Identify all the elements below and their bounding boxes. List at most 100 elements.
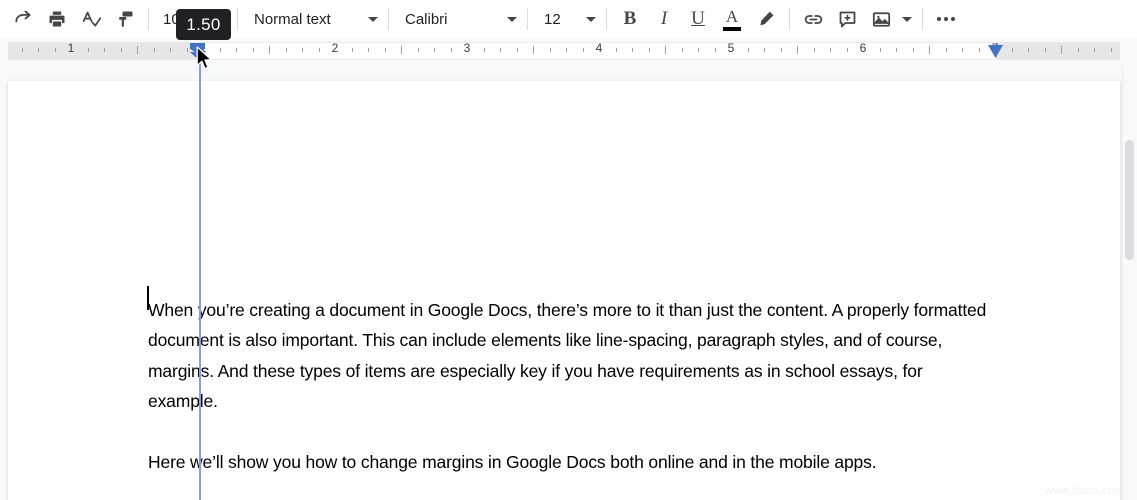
font-size-chevron-down-icon[interactable] bbox=[582, 3, 600, 35]
ruler-tick bbox=[253, 48, 254, 52]
ruler-tick bbox=[533, 46, 534, 54]
toolbar-divider bbox=[606, 8, 607, 30]
toolbar: 100% Normal text Calibri 12 B I U A bbox=[0, 0, 1137, 38]
ruler-tick bbox=[484, 48, 485, 52]
image-chevron-down-icon[interactable] bbox=[898, 3, 916, 35]
text-color-button[interactable]: A bbox=[715, 3, 749, 35]
margin-drag-guideline bbox=[199, 54, 201, 500]
document-body[interactable]: When you’re creating a document in Googl… bbox=[148, 295, 988, 477]
insert-image-icon[interactable] bbox=[864, 3, 898, 35]
ruler-tick bbox=[1028, 48, 1029, 52]
font-size-value: 12 bbox=[544, 10, 561, 28]
more-options-icon[interactable] bbox=[929, 3, 963, 35]
scrollbar-thumb[interactable] bbox=[1125, 140, 1134, 260]
ruler-tick bbox=[352, 48, 353, 52]
font-size-field[interactable]: 12 bbox=[534, 3, 582, 35]
toolbar-divider bbox=[388, 8, 389, 30]
document-page[interactable]: When you’re creating a document in Googl… bbox=[8, 81, 1120, 500]
ruler-tick bbox=[269, 46, 270, 54]
ruler-tick bbox=[434, 48, 435, 52]
ruler-tick bbox=[187, 48, 188, 52]
ruler[interactable]: 11234567 bbox=[0, 38, 1137, 66]
ruler-tick bbox=[748, 48, 749, 52]
underline-label: U bbox=[691, 8, 705, 29]
ruler-tick bbox=[929, 46, 930, 54]
ruler-tick bbox=[979, 48, 980, 52]
ruler-tick bbox=[1012, 48, 1013, 52]
ruler-tick bbox=[302, 48, 303, 52]
ruler-tick bbox=[962, 48, 963, 52]
ruler-tick bbox=[368, 48, 369, 52]
paragraph-spacer bbox=[148, 417, 988, 447]
line-spacing-value: 1.50 bbox=[186, 14, 221, 34]
ruler-tick bbox=[764, 48, 765, 52]
text-color-bar bbox=[723, 26, 741, 31]
ruler-tick bbox=[55, 48, 56, 52]
insert-link-icon[interactable] bbox=[796, 3, 830, 35]
ruler-right-margin-zone bbox=[996, 43, 1120, 59]
ruler-tick bbox=[946, 48, 947, 52]
document-canvas[interactable]: When you’re creating a document in Googl… bbox=[0, 66, 1137, 500]
document-paragraph-2: Here we’ll show you how to change margin… bbox=[148, 452, 877, 473]
text-color-glyph: A bbox=[725, 6, 739, 26]
ruler-tick bbox=[1078, 48, 1079, 52]
bold-label: B bbox=[623, 8, 637, 29]
ruler-tick bbox=[797, 46, 798, 54]
ruler-tick bbox=[418, 48, 419, 52]
style-chevron-down-icon[interactable] bbox=[364, 3, 382, 35]
font-chevron-down-icon[interactable] bbox=[503, 3, 521, 35]
toolbar-divider bbox=[237, 8, 238, 30]
ruler-number: 1 bbox=[67, 41, 75, 55]
toolbar-divider bbox=[922, 8, 923, 30]
underline-button[interactable]: U bbox=[681, 3, 715, 35]
paragraph-style-field[interactable]: Normal text bbox=[244, 3, 364, 35]
ruler-tick bbox=[781, 48, 782, 52]
ruler-tick bbox=[121, 48, 122, 52]
toolbar-divider bbox=[527, 8, 528, 30]
bold-button[interactable]: B bbox=[613, 3, 647, 35]
font-family-field[interactable]: Calibri bbox=[395, 3, 503, 35]
italic-label: I bbox=[660, 8, 668, 29]
text-cursor-caret bbox=[147, 286, 149, 310]
text-color-swatch: A bbox=[723, 8, 741, 31]
document-paragraph-1: When you’re creating a document in Googl… bbox=[148, 300, 987, 412]
mouse-pointer-icon bbox=[196, 46, 214, 77]
ruler-tick bbox=[1111, 48, 1112, 52]
paint-format-icon[interactable] bbox=[108, 3, 142, 35]
highlight-color-icon[interactable] bbox=[749, 3, 783, 35]
ruler-tick bbox=[38, 48, 39, 52]
ruler-tick bbox=[913, 48, 914, 52]
ruler-tick bbox=[698, 48, 699, 52]
ruler-tick bbox=[566, 48, 567, 52]
ruler-tick bbox=[104, 48, 105, 52]
ruler-tick bbox=[665, 46, 666, 54]
ruler-tick bbox=[1061, 46, 1062, 54]
ruler-tick bbox=[154, 48, 155, 52]
ruler-tick bbox=[170, 48, 171, 52]
ruler-number: 5 bbox=[727, 41, 735, 55]
add-comment-icon[interactable] bbox=[830, 3, 864, 35]
vertical-scrollbar[interactable] bbox=[1122, 66, 1137, 500]
ruler-tick bbox=[236, 48, 237, 52]
ruler-tick bbox=[385, 48, 386, 52]
ruler-tick bbox=[715, 48, 716, 52]
ruler-tick bbox=[583, 48, 584, 52]
ruler-tick bbox=[616, 48, 617, 52]
ruler-tick bbox=[517, 48, 518, 52]
ruler-tick bbox=[401, 46, 402, 54]
line-spacing-tooltip: 1.50 bbox=[176, 9, 231, 40]
site-watermark: www.fitam.com bbox=[1045, 485, 1123, 497]
ruler-tick bbox=[649, 48, 650, 52]
ruler-tick bbox=[22, 48, 23, 52]
redo-icon[interactable] bbox=[6, 3, 40, 35]
ruler-tick bbox=[830, 48, 831, 52]
spelling-check-icon[interactable] bbox=[74, 3, 108, 35]
paragraph-style-value: Normal text bbox=[254, 10, 331, 28]
print-icon[interactable] bbox=[40, 3, 74, 35]
ruler-tick bbox=[88, 48, 89, 52]
ruler-tick bbox=[847, 48, 848, 52]
italic-button[interactable]: I bbox=[647, 3, 681, 35]
ruler-tick bbox=[286, 48, 287, 52]
ruler-number: 4 bbox=[595, 41, 603, 55]
ruler-tick bbox=[137, 46, 138, 54]
